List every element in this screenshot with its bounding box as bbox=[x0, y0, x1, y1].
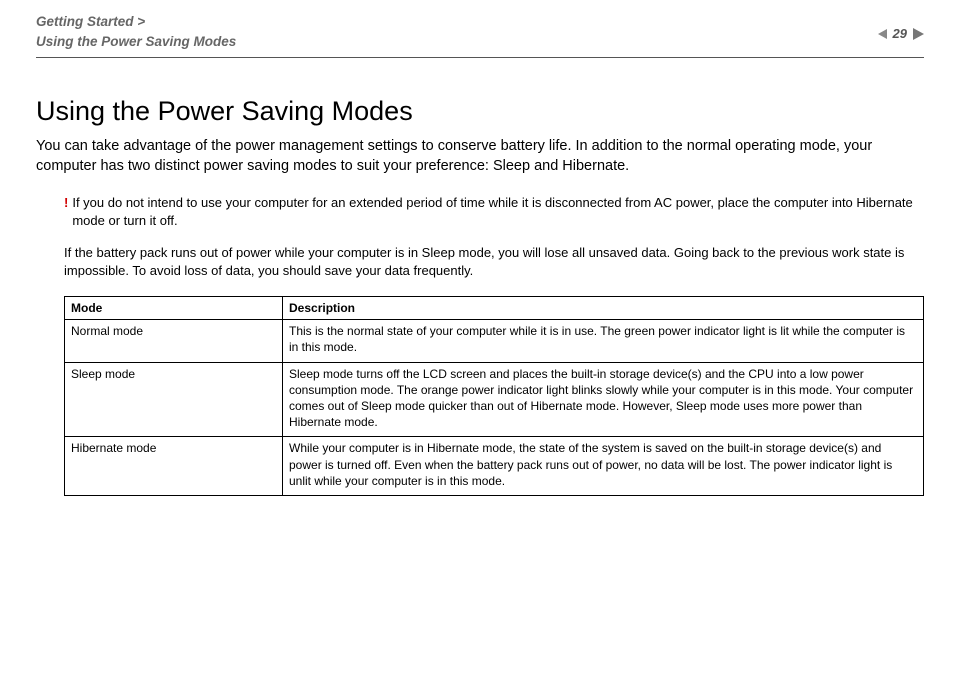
breadcrumb-line2: Using the Power Saving Modes bbox=[36, 34, 236, 49]
table-row: Hibernate mode While your computer is in… bbox=[65, 437, 924, 496]
mode-cell: Hibernate mode bbox=[65, 437, 283, 496]
warning-icon: ! bbox=[64, 194, 68, 212]
page-nav: 29 bbox=[878, 26, 924, 41]
breadcrumb: Getting Started > Using the Power Saving… bbox=[36, 12, 236, 51]
mode-cell: Sleep mode bbox=[65, 362, 283, 437]
desc-cell: While your computer is in Hibernate mode… bbox=[283, 437, 924, 496]
next-page-icon[interactable] bbox=[913, 28, 924, 40]
breadcrumb-line1: Getting Started > bbox=[36, 14, 145, 29]
warning-block: ! If you do not intend to use your compu… bbox=[64, 194, 916, 280]
table-head-mode: Mode bbox=[65, 297, 283, 320]
table-head-description: Description bbox=[283, 297, 924, 320]
warning-paragraph-1: If you do not intend to use your compute… bbox=[72, 194, 916, 230]
desc-cell: Sleep mode turns off the LCD screen and … bbox=[283, 362, 924, 437]
table-row: Normal mode This is the normal state of … bbox=[65, 320, 924, 362]
page-number: 29 bbox=[893, 26, 907, 41]
warning-paragraph-2: If the battery pack runs out of power wh… bbox=[64, 244, 916, 280]
desc-cell: This is the normal state of your compute… bbox=[283, 320, 924, 362]
mode-cell: Normal mode bbox=[65, 320, 283, 362]
intro-paragraph: You can take advantage of the power mana… bbox=[36, 137, 924, 176]
modes-table: Mode Description Normal mode This is the… bbox=[64, 296, 924, 496]
prev-page-icon[interactable] bbox=[878, 29, 887, 39]
page-header: Getting Started > Using the Power Saving… bbox=[36, 12, 924, 58]
table-row: Sleep mode Sleep mode turns off the LCD … bbox=[65, 362, 924, 437]
page-title: Using the Power Saving Modes bbox=[36, 96, 924, 127]
